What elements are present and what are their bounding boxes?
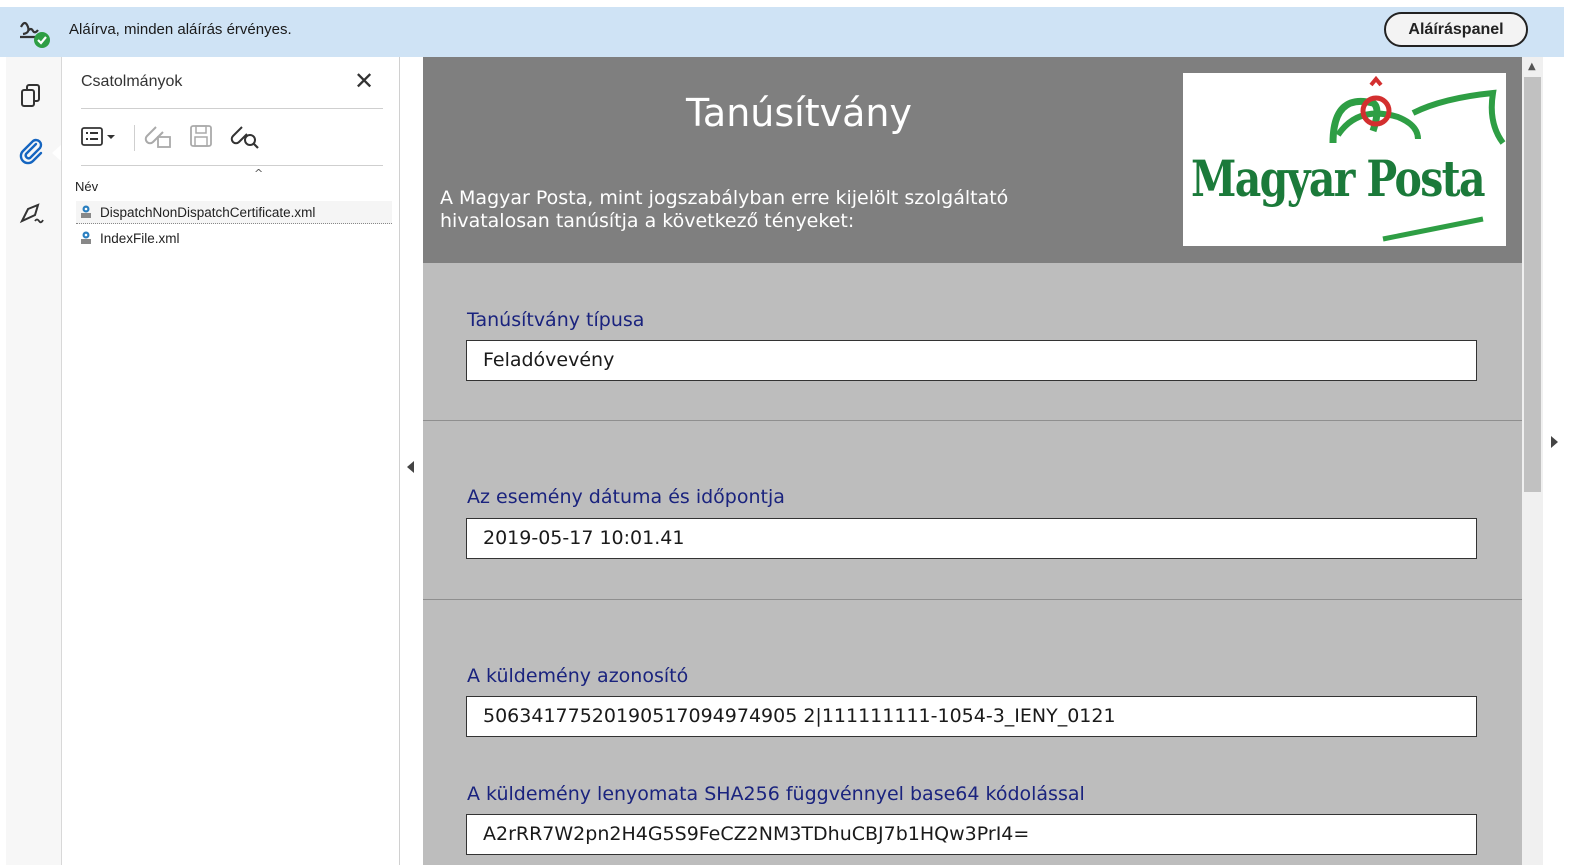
- signature-pen-icon[interactable]: [18, 199, 46, 227]
- section-divider: [423, 599, 1522, 600]
- intro-line-2: hivatalosan tanúsítja a következő tények…: [440, 210, 855, 232]
- document-view: Tanúsítvány A Magyar Posta, mint jogszab…: [423, 57, 1522, 865]
- field-value-event-datetime[interactable]: 2019-05-17 10:01.41: [466, 518, 1477, 559]
- signature-valid-icon: [20, 21, 50, 48]
- save-attachment-icon[interactable]: [186, 121, 220, 153]
- document-intro: A Magyar Posta, mint jogszabályban erre …: [440, 187, 1140, 233]
- panel-divider: [81, 165, 383, 166]
- pages-icon[interactable]: [18, 81, 46, 109]
- expand-right-panel-icon[interactable]: [1551, 436, 1558, 448]
- field-value-shipment-hash[interactable]: A2rRR7W2pn2H4G5S9FeCZ2NM3TDhuCBJ7b1HQw3P…: [466, 814, 1477, 855]
- attachments-title: Csatolmányok: [81, 73, 183, 90]
- signature-status-bar: Aláírva, minden aláírás érvényes. Aláírá…: [0, 7, 1564, 57]
- panel-divider: [81, 108, 383, 109]
- section-divider: [423, 420, 1522, 421]
- attachment-file-name: DispatchNonDispatchCertificate.xml: [100, 204, 316, 220]
- scroll-up-icon[interactable]: ▲: [1528, 61, 1536, 72]
- signature-panel-button[interactable]: Aláíráspanel: [1384, 12, 1528, 47]
- field-label-certificate-type: Tanúsítvány típusa: [467, 309, 645, 331]
- attachment-file-name: IndexFile.xml: [100, 230, 180, 246]
- intro-line-1: A Magyar Posta, mint jogszabályban erre …: [440, 187, 1009, 209]
- logo-text: Magyar Posta: [1191, 149, 1486, 208]
- close-icon[interactable]: ✕: [352, 67, 376, 95]
- field-value-certificate-type[interactable]: Feladóvevény: [466, 340, 1477, 381]
- collapse-panel-icon[interactable]: [407, 461, 414, 473]
- vertical-scrollbar[interactable]: ▲: [1522, 57, 1543, 865]
- attachments-panel: Csatolmányok ✕ ^ Név DispatchNonDispatch…: [62, 57, 400, 865]
- attachment-row[interactable]: DispatchNonDispatchCertificate.xml: [76, 201, 392, 224]
- top-gap: [0, 0, 1564, 7]
- scrollbar-thumb[interactable]: [1524, 77, 1541, 492]
- xml-file-icon: [81, 231, 91, 244]
- field-value-shipment-id[interactable]: 50634177520190517094974905 2|111111111-1…: [466, 696, 1477, 737]
- navigation-rail: [6, 57, 62, 865]
- document-header: Tanúsítvány A Magyar Posta, mint jogszab…: [423, 57, 1522, 263]
- xml-file-icon: [81, 205, 91, 218]
- search-attachment-icon[interactable]: [228, 121, 262, 153]
- document-title: Tanúsítvány: [686, 91, 912, 135]
- sort-indicator[interactable]: ^: [254, 167, 263, 180]
- column-header-name[interactable]: Név: [75, 179, 98, 194]
- toolbar-separator: [134, 125, 135, 151]
- field-label-event-datetime: Az esemény dátuma és időpontja: [467, 486, 785, 508]
- right-panel-edge: [1543, 57, 1564, 865]
- rail-selection-pointer: [52, 145, 61, 161]
- magyar-posta-logo: Magyar Posta: [1183, 73, 1506, 246]
- attachment-clip-icon[interactable]: [18, 137, 46, 165]
- field-label-shipment-id: A küldemény azonosító: [467, 665, 689, 687]
- attachment-row[interactable]: IndexFile.xml: [76, 227, 392, 249]
- open-attachment-icon[interactable]: [142, 121, 176, 153]
- options-icon[interactable]: [80, 121, 124, 153]
- signature-status-text: Aláírva, minden aláírás érvényes.: [69, 21, 292, 38]
- field-label-shipment-hash: A küldemény lenyomata SHA256 függvénnyel…: [467, 783, 1085, 805]
